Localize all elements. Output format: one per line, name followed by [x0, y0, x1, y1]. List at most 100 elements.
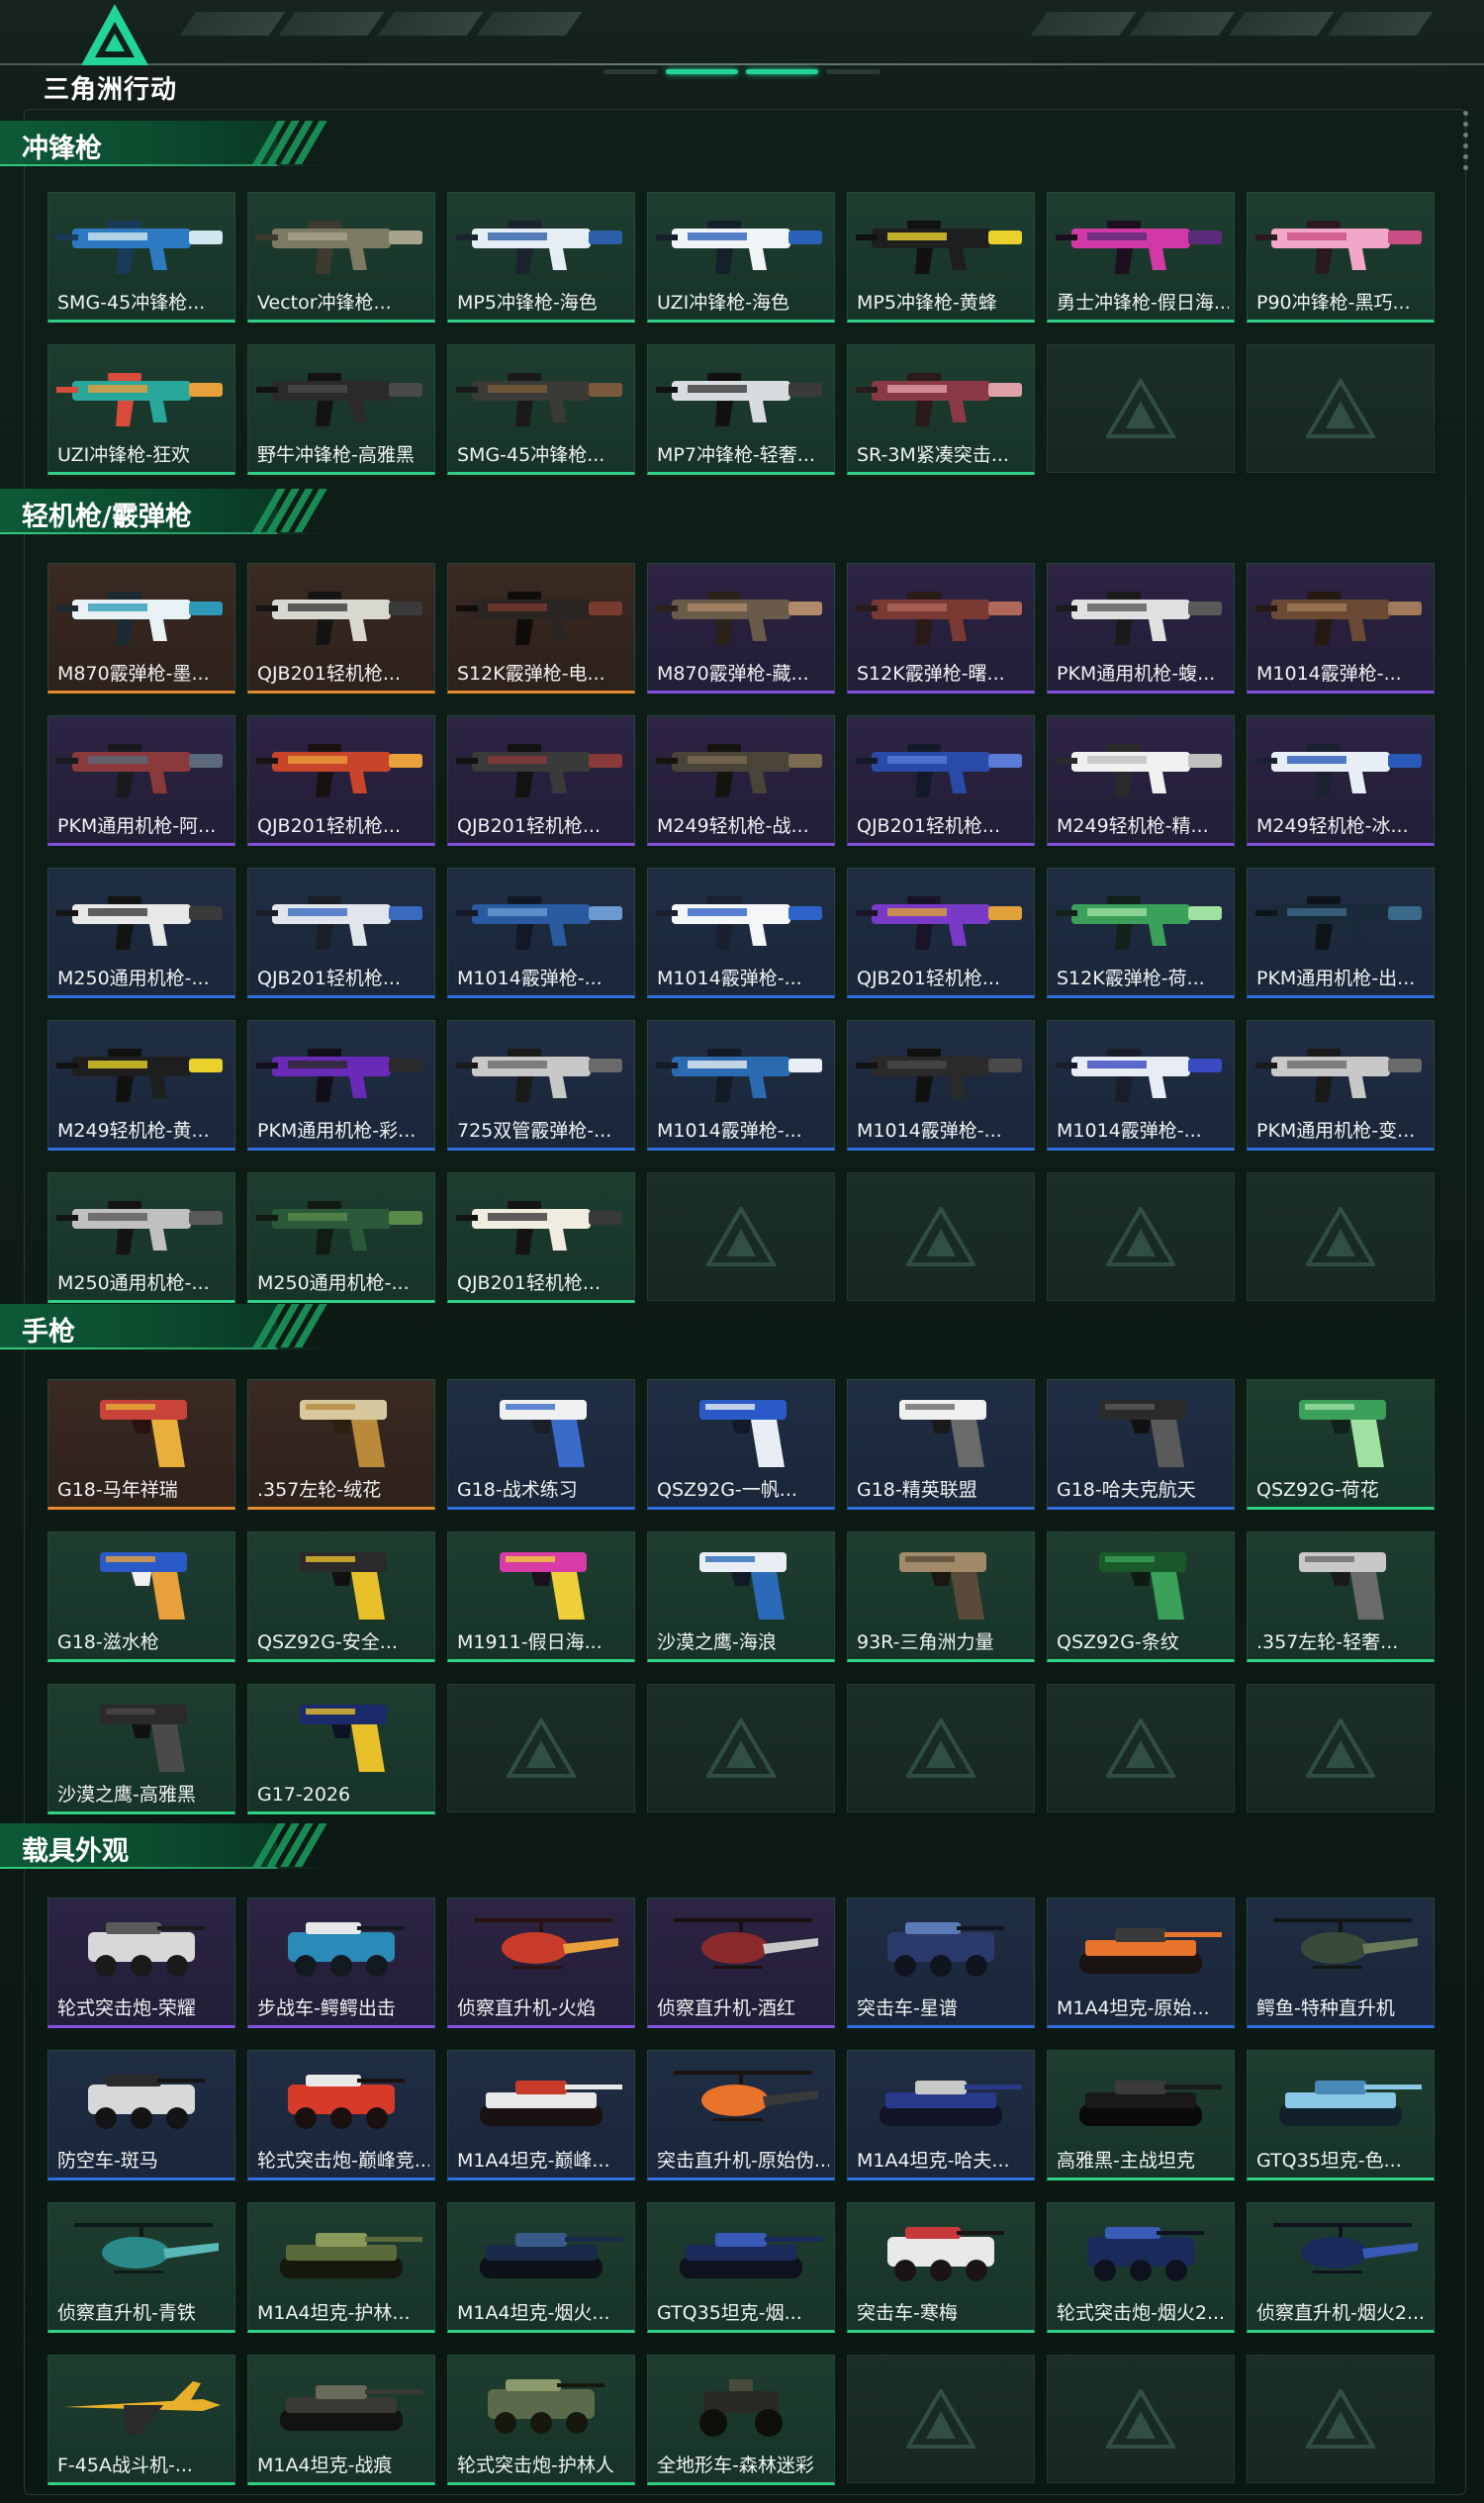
- skin-card[interactable]: M1014霰弹枪-...: [1047, 1020, 1235, 1151]
- skin-card[interactable]: PKM通用机枪-阿...: [47, 715, 235, 846]
- skin-card[interactable]: QSZ92G-安全...: [247, 1531, 435, 1662]
- skin-card[interactable]: GTQ35坦克-烟...: [647, 2202, 835, 2333]
- skin-card[interactable]: PKM通用机枪-彩...: [247, 1020, 435, 1151]
- skin-card[interactable]: 沙漠之鹰-高雅黑: [47, 1684, 235, 1814]
- skin-name: F-45A战斗机-...: [57, 2455, 193, 2476]
- skin-card[interactable]: M1014霰弹枪-...: [647, 1020, 835, 1151]
- skin-card[interactable]: M1A4坦克-战痕: [247, 2355, 435, 2485]
- weapon-skin-image: [56, 896, 223, 950]
- skin-card[interactable]: 突击车-寒梅: [847, 2202, 1035, 2333]
- skin-card[interactable]: 轮式突击炮-荣耀: [47, 1898, 235, 2028]
- skin-card[interactable]: QJB201轻机枪...: [247, 868, 435, 998]
- skin-card[interactable]: M1A4坦克-护林...: [247, 2202, 435, 2333]
- skin-card[interactable]: S12K霰弹枪-电...: [447, 563, 635, 694]
- skin-card[interactable]: 725双管霰弹枪-...: [447, 1020, 635, 1151]
- scrollbar[interactable]: [1458, 111, 1472, 180]
- skin-card[interactable]: 侦察直升机-酒红: [647, 1898, 835, 2028]
- skin-card[interactable]: SMG-45冲锋枪...: [47, 192, 235, 323]
- skin-card[interactable]: QJB201轻机枪...: [247, 715, 435, 846]
- skin-card[interactable]: 突击车-星谱: [847, 1898, 1035, 2028]
- skin-name: 侦察直升机-青铁: [57, 2302, 196, 2324]
- skin-card[interactable]: M1014霰弹枪-...: [447, 868, 635, 998]
- skin-card[interactable]: UZI冲锋枪-海色: [647, 192, 835, 323]
- skin-card[interactable]: GTQ35坦克-色...: [1247, 2050, 1435, 2180]
- skin-card[interactable]: G17-2026: [247, 1684, 435, 1814]
- skin-name: 突击车-寒梅: [857, 2302, 958, 2324]
- skin-card[interactable]: 野牛冲锋枪-高雅黑: [247, 344, 435, 475]
- skin-card[interactable]: QSZ92G-条纹: [1047, 1531, 1235, 1662]
- skin-card[interactable]: UZI冲锋枪-狂欢: [47, 344, 235, 475]
- skin-card[interactable]: 侦察直升机-烟火2...: [1247, 2202, 1435, 2333]
- skin-card[interactable]: M249轻机枪-精...: [1047, 715, 1235, 846]
- skin-card[interactable]: G18-滋水枪: [47, 1531, 235, 1662]
- skin-card[interactable]: 防空车-斑马: [47, 2050, 235, 2180]
- weapon-skin-image: [656, 1049, 822, 1102]
- skin-card[interactable]: 高雅黑-主战坦克: [1047, 2050, 1235, 2180]
- skin-card[interactable]: G18-哈夫克航天: [1047, 1379, 1235, 1510]
- skin-card[interactable]: 侦察直升机-青铁: [47, 2202, 235, 2333]
- empty-slot: [447, 1684, 635, 1812]
- skin-card[interactable]: 突击直升机-原始伪...: [647, 2050, 835, 2180]
- skin-card[interactable]: PKM通用机枪-蝮...: [1047, 563, 1235, 694]
- skin-card[interactable]: 勇士冲锋枪-假日海...: [1047, 192, 1235, 323]
- weapon-skin-image: [56, 221, 223, 274]
- skin-card[interactable]: G18-马年祥瑞: [47, 1379, 235, 1510]
- skin-card[interactable]: SMG-45冲锋枪...: [447, 344, 635, 475]
- skin-card[interactable]: M250通用机枪-...: [47, 868, 235, 998]
- skin-card[interactable]: S12K霰弹枪-曙...: [847, 563, 1035, 694]
- skin-card[interactable]: M1014霰弹枪-...: [847, 1020, 1035, 1151]
- skin-card[interactable]: M1A4坦克-烟火...: [447, 2202, 635, 2333]
- skin-card[interactable]: M1014霰弹枪-...: [1247, 563, 1435, 694]
- skin-card[interactable]: QSZ92G-荷花: [1247, 1379, 1435, 1510]
- skin-card[interactable]: M249轻机枪-冰...: [1247, 715, 1435, 846]
- skin-card[interactable]: G18-精英联盟: [847, 1379, 1035, 1510]
- skin-card[interactable]: .357左轮-绒花: [247, 1379, 435, 1510]
- skin-card[interactable]: M870霰弹枪-藏...: [647, 563, 835, 694]
- skin-card[interactable]: M1A4坦克-原始...: [1047, 1898, 1235, 2028]
- skin-card[interactable]: S12K霰弹枪-荷...: [1047, 868, 1235, 998]
- skin-card[interactable]: QJB201轻机枪...: [847, 715, 1035, 846]
- empty-slot: [1047, 344, 1235, 473]
- skin-card[interactable]: .357左轮-轻奢...: [1247, 1531, 1435, 1662]
- skin-card[interactable]: M1911-假日海...: [447, 1531, 635, 1662]
- skin-name: MP5冲锋枪-黄蜂: [857, 292, 997, 314]
- skin-name: PKM通用机枪-阿...: [57, 815, 217, 837]
- skin-card[interactable]: SR-3M紧凑突击...: [847, 344, 1035, 475]
- skin-card[interactable]: M1A4坦克-巅峰...: [447, 2050, 635, 2180]
- skin-card[interactable]: MP5冲锋枪-海色: [447, 192, 635, 323]
- skin-card[interactable]: QJB201轻机枪...: [247, 563, 435, 694]
- skin-card[interactable]: 93R-三角洲力量: [847, 1531, 1035, 1662]
- skin-name: M1014霰弹枪-...: [1057, 1120, 1202, 1142]
- skin-card[interactable]: 沙漠之鹰-海浪: [647, 1531, 835, 1662]
- skin-name: PKM通用机枪-彩...: [257, 1120, 417, 1142]
- skin-card[interactable]: MP5冲锋枪-黄蜂: [847, 192, 1035, 323]
- skin-card[interactable]: QJB201轻机枪...: [447, 1172, 635, 1303]
- skin-card[interactable]: 轮式突击炮-护林人: [447, 2355, 635, 2485]
- skin-card[interactable]: QSZ92G-一帆...: [647, 1379, 835, 1510]
- skin-card[interactable]: M249轻机枪-黄...: [47, 1020, 235, 1151]
- skin-card[interactable]: M250通用机枪-...: [247, 1172, 435, 1303]
- skin-card[interactable]: 步战车-鳄鳄出击: [247, 1898, 435, 2028]
- skin-card[interactable]: M1014霰弹枪-...: [647, 868, 835, 998]
- skin-card[interactable]: 侦察直升机-火焰: [447, 1898, 635, 2028]
- skin-card[interactable]: Vector冲锋枪...: [247, 192, 435, 323]
- skin-card[interactable]: P90冲锋枪-黑巧...: [1247, 192, 1435, 323]
- skin-card[interactable]: M249轻机枪-战...: [647, 715, 835, 846]
- skin-card[interactable]: F-45A战斗机-...: [47, 2355, 235, 2485]
- skin-card[interactable]: QJB201轻机枪...: [847, 868, 1035, 998]
- section-header-smg: 冲锋枪: [0, 121, 327, 166]
- skin-card[interactable]: M250通用机枪-...: [47, 1172, 235, 1303]
- skin-card[interactable]: MP7冲锋枪-轻奢...: [647, 344, 835, 475]
- skin-card[interactable]: PKM通用机枪-出...: [1247, 868, 1435, 998]
- skin-card[interactable]: 全地形车-森林迷彩: [647, 2355, 835, 2485]
- empty-slot-icon: [1306, 1207, 1375, 1266]
- skin-card[interactable]: G18-战术练习: [447, 1379, 635, 1510]
- skin-card[interactable]: M1A4坦克-哈夫...: [847, 2050, 1035, 2180]
- skin-card[interactable]: PKM通用机枪-变...: [1247, 1020, 1435, 1151]
- skin-card[interactable]: 鳄鱼-特种直升机: [1247, 1898, 1435, 2028]
- skin-card[interactable]: 轮式突击炮-烟火2...: [1047, 2202, 1235, 2333]
- skin-card[interactable]: 轮式突击炮-巅峰竞...: [247, 2050, 435, 2180]
- weapon-skin-image: [1056, 896, 1222, 950]
- skin-card[interactable]: M870霰弹枪-墨...: [47, 563, 235, 694]
- skin-card[interactable]: QJB201轻机枪...: [447, 715, 635, 846]
